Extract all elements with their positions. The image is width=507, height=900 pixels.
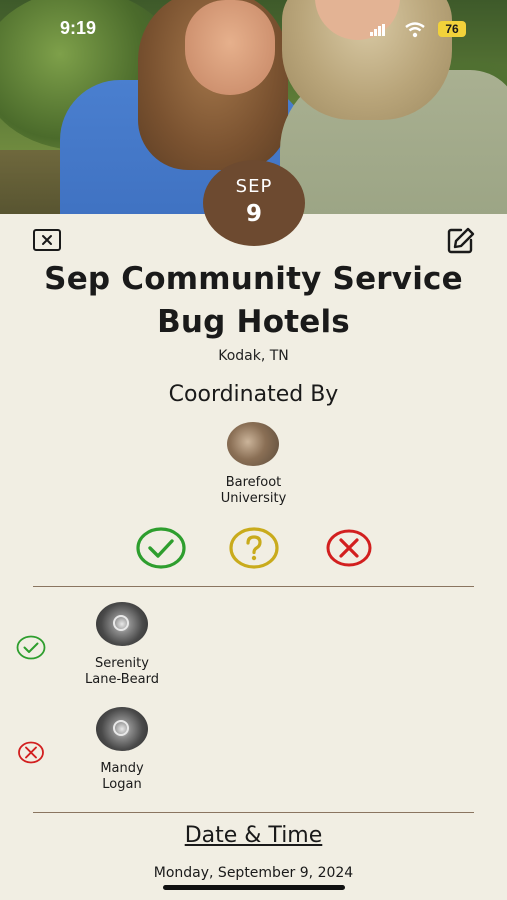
attendee-name-mandy[interactable]: Mandy Logan — [62, 761, 182, 793]
event-title: Sep Community Service Bug Hotels — [0, 258, 507, 344]
date-time-value: Monday, September 9, 2024 — [153, 865, 354, 881]
question-circle-icon — [229, 527, 279, 569]
attendee-name-line2: Logan — [102, 777, 142, 792]
close-icon — [42, 235, 52, 245]
event-title-line2: Bug Hotels — [157, 304, 350, 340]
attendee-name-line2: Lane-Beard — [85, 672, 159, 687]
edit-icon[interactable] — [446, 226, 476, 254]
home-indicator[interactable] — [163, 885, 345, 890]
date-time-heading: Date & Time — [184, 823, 323, 848]
coordinated-by-heading: Coordinated By — [168, 382, 339, 407]
battery-indicator: 76 — [438, 21, 466, 37]
date-day: 9 — [245, 201, 262, 227]
check-circle-icon — [136, 527, 186, 569]
divider — [33, 586, 474, 587]
x-circle-icon — [326, 529, 372, 567]
attendee-name-serenity[interactable]: Serenity Lane-Beard — [62, 656, 182, 688]
coordinator-name-line2: University — [220, 491, 287, 506]
status-time: 9:19 — [60, 18, 97, 38]
close-button[interactable] — [33, 229, 61, 251]
divider — [33, 812, 474, 813]
date-month: SEP — [235, 176, 273, 197]
attendee-avatar-mandy[interactable] — [96, 707, 148, 751]
coordinator-name-line1: Barefoot — [225, 475, 282, 490]
wifi-icon — [405, 22, 425, 38]
attendee-avatar-serenity[interactable] — [96, 602, 148, 646]
status-bar: 9:19 76 — [0, 14, 507, 44]
signal-icon — [370, 24, 386, 36]
rsvp-yes-button[interactable] — [136, 527, 186, 569]
not-going-x-icon — [18, 741, 44, 764]
event-location: Kodak, TN — [218, 348, 289, 364]
rsvp-no-button[interactable] — [324, 527, 372, 567]
date-badge: SEP 9 — [203, 160, 305, 246]
coordinator-name[interactable]: Barefoot University — [0, 475, 507, 507]
event-title-line1: Sep Community Service — [44, 261, 463, 297]
going-check-icon — [16, 635, 46, 660]
attendee-name-line1: Serenity — [95, 656, 149, 671]
attendee-name-line1: Mandy — [100, 761, 144, 776]
coordinator-avatar[interactable] — [227, 422, 279, 466]
rsvp-maybe-button[interactable] — [229, 527, 279, 569]
